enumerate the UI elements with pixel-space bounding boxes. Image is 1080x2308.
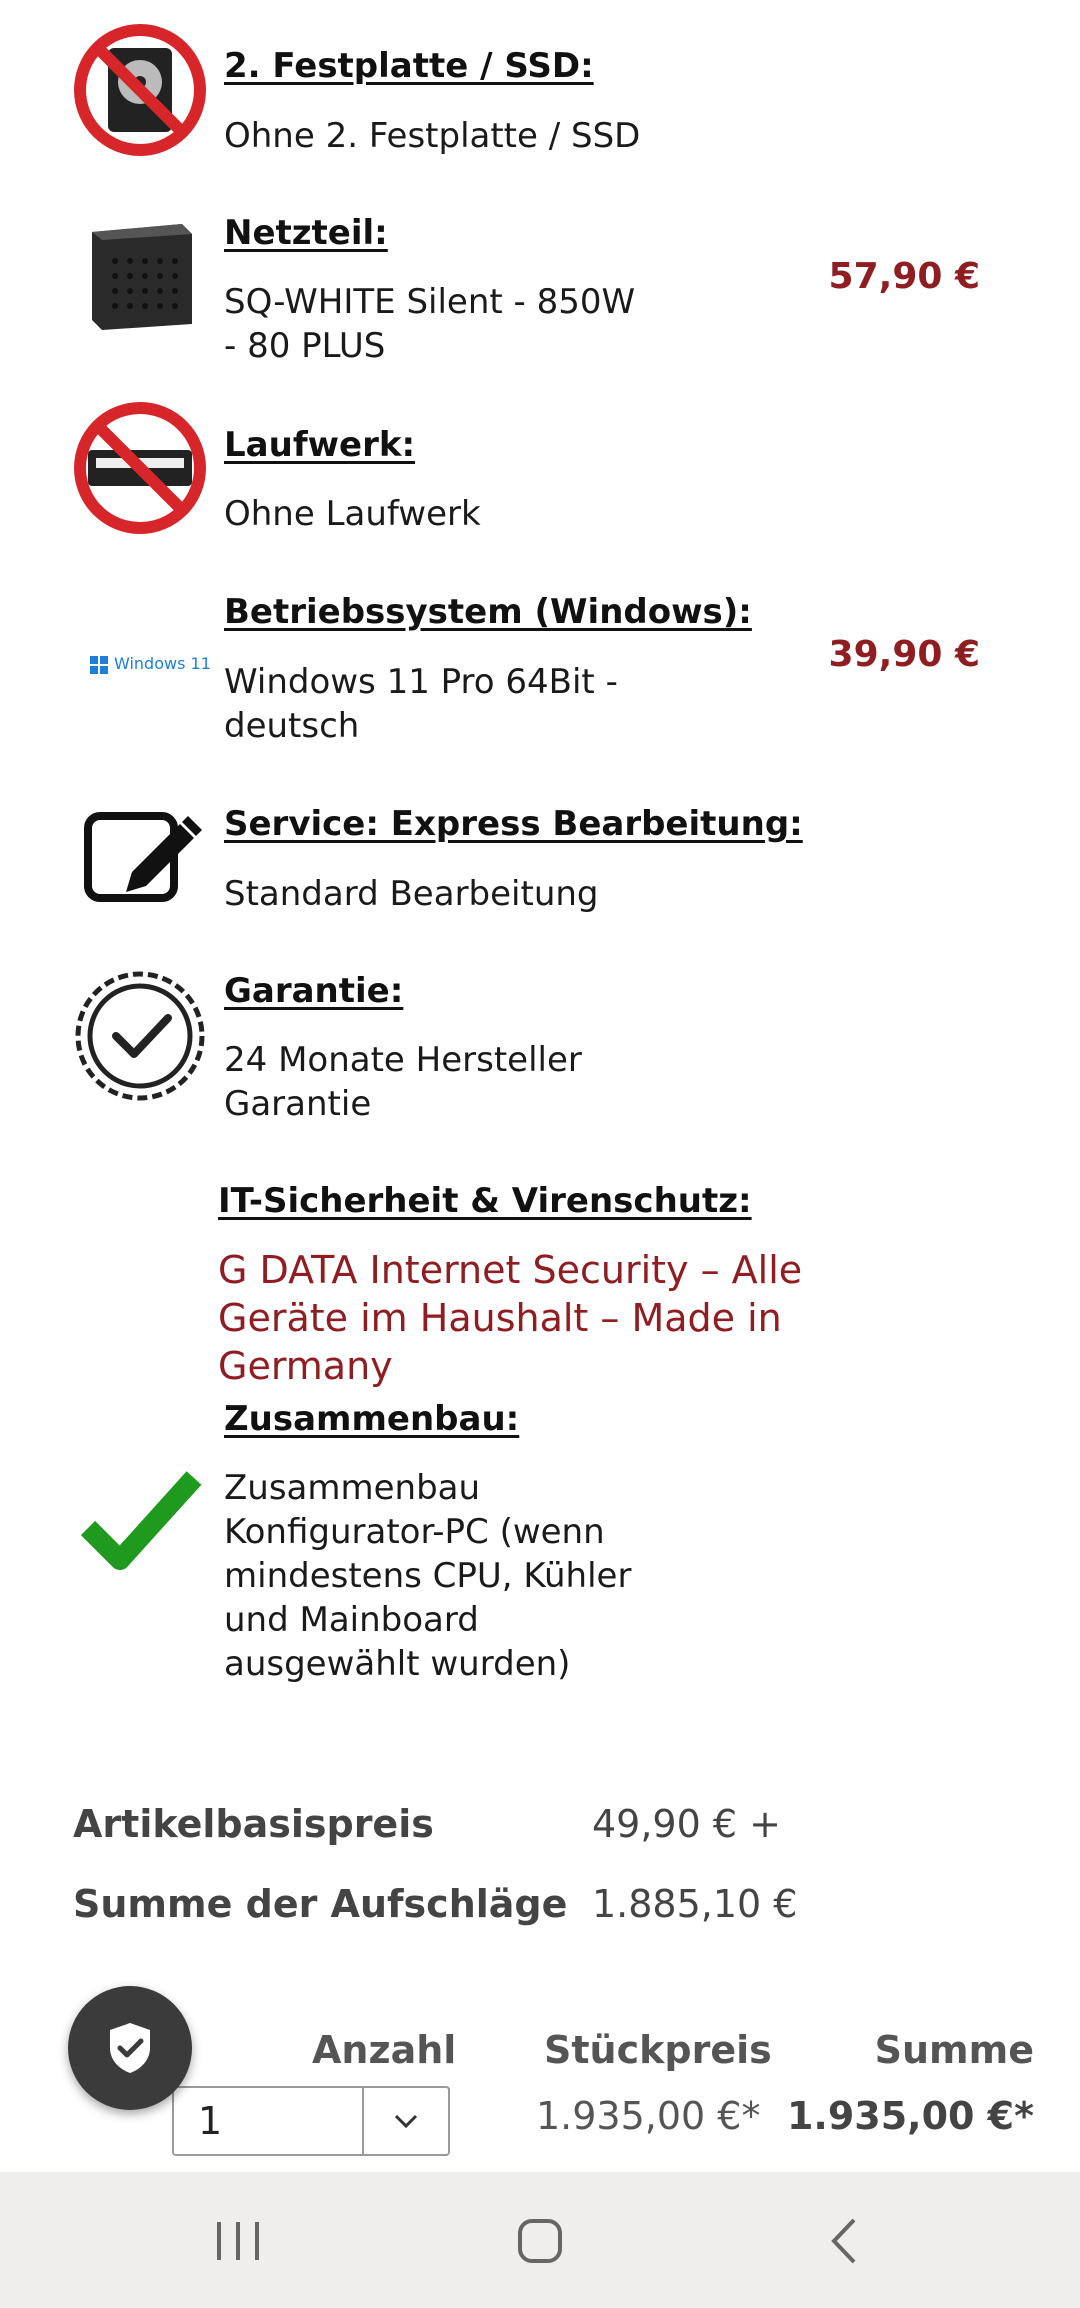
item-label: Service: Express Bearbeitung: [224,804,803,844]
power-supply-icon [70,206,210,346]
base-price-label: Artikelbasispreis [73,1802,434,1846]
home-icon [518,2219,562,2263]
item-price: 57,90 € [828,256,980,297]
chevron-down-icon[interactable] [362,2088,448,2154]
item-label: Garantie: [224,971,404,1011]
item-value: G DATA Internet Security – Alle Geräte i… [218,1248,803,1388]
privacy-shield-button[interactable] [68,1986,192,2110]
unit-price-value: 1.935,00 €* [536,2094,761,2138]
item-value: 24 Monate Hersteller Garantie [224,1040,582,1124]
item-value: Ohne 2. Festplatte / SSD [224,116,641,156]
windows11-logo-icon: Windows 11 [70,596,211,736]
item-label: Betriebssystem (Windows): [224,592,752,632]
total-header: Summe [874,2028,1034,2072]
surcharge-label: Summe der Aufschläge [73,1882,568,1926]
no-drive-icon [70,398,210,538]
recent-apps-button[interactable] [198,2206,278,2276]
item-value: Zusammenbau Konfigurator-PC (wenn mindes… [224,1468,632,1684]
warranty-seal-icon [70,966,210,1106]
back-button[interactable] [804,2206,884,2276]
item-label: 2. Festplatte / SSD: [224,46,594,86]
windows11-logo-text: Windows 11 [114,654,211,673]
shield-check-icon [110,2023,150,2073]
unit-price-header: Stückpreis [544,2028,772,2072]
item-label: IT-Sicherheit & Virenschutz: [218,1181,752,1221]
surcharge-value: 1.885,10 € [592,1882,798,1926]
item-price: 39,90 € [828,634,980,675]
item-value: SQ-WHITE Silent - 850W - 80 PLUS [224,282,636,366]
item-label: Laufwerk: [224,425,416,465]
quantity-value: 1 [198,2099,223,2143]
item-value: Ohne Laufwerk [224,494,481,534]
item-label: Netzteil: [224,213,388,253]
base-price-value: 49,90 € + [592,1802,781,1846]
system-navigation-bar [0,2172,1080,2308]
edit-icon [70,780,210,920]
quantity-select[interactable]: 1 [172,2086,450,2156]
quantity-header: Anzahl [312,2028,457,2072]
back-icon [831,2218,856,2264]
total-price-value: 1.935,00 €* [786,2094,1034,2138]
no-hdd-icon [70,20,210,160]
home-button[interactable] [500,2206,580,2276]
green-check-icon [70,1450,210,1590]
item-value: Standard Bearbeitung [224,874,599,914]
item-value: Windows 11 Pro 64Bit - deutsch [224,662,618,746]
item-label: Zusammenbau: [224,1399,520,1439]
recent-apps-icon [217,2222,259,2260]
